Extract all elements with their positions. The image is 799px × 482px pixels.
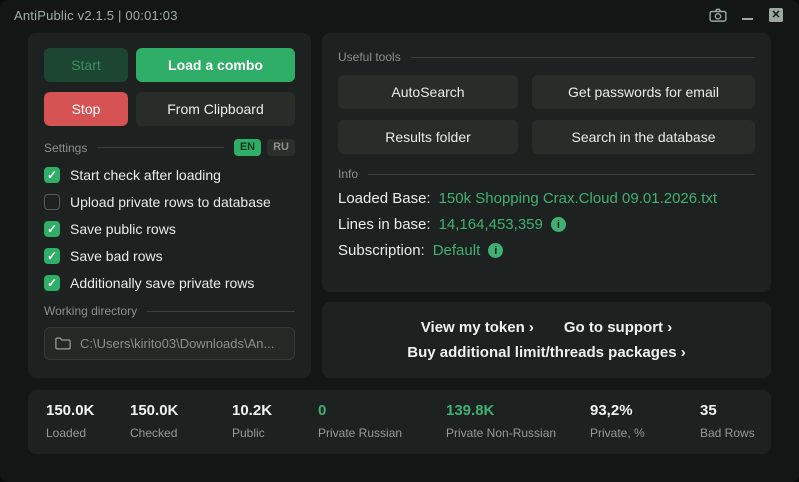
lines-in-base-key: Lines in base: <box>338 216 431 233</box>
stat-label: Public <box>232 426 318 440</box>
divider <box>147 311 295 312</box>
control-panel: Start Load a combo Stop From Clipboard S… <box>28 33 311 378</box>
lines-in-base-value: 14,164,453,359 <box>439 216 543 233</box>
stat-public: 10.2K Public <box>232 402 318 440</box>
checkbox-label: Additionally save private rows <box>70 275 254 291</box>
stat-value: 0 <box>318 402 446 419</box>
loaded-base-value: 150k Shopping Crax.Cloud 09.01.2026.txt <box>439 190 718 207</box>
stat-bad-rows: 35 Bad Rows <box>700 402 755 440</box>
working-directory-path: C:\Users\kirito03\Downloads\An... <box>80 336 274 351</box>
stat-label: Checked <box>130 426 232 440</box>
checkbox-box <box>44 167 60 183</box>
loaded-base-row: Loaded Base: 150k Shopping Crax.Cloud 09… <box>338 190 755 207</box>
subscription-row: Subscription: Default i <box>338 242 755 259</box>
info-section-header: Info <box>338 167 755 181</box>
info-icon[interactable]: i <box>488 243 503 258</box>
stat-value: 150.0K <box>46 402 130 419</box>
window-title: AntiPublic v2.1.5 | 00:01:03 <box>14 8 178 23</box>
info-label: Info <box>338 167 358 181</box>
checkbox-box <box>44 194 60 210</box>
useful-tools-label: Useful tools <box>338 50 401 64</box>
titlebar: AntiPublic v2.1.5 | 00:01:03 ✕ <box>0 0 799 30</box>
titlebar-controls: ✕ <box>709 7 785 23</box>
checkbox-label: Start check after loading <box>70 167 221 183</box>
get-passwords-button[interactable]: Get passwords for email <box>532 75 755 109</box>
stop-button[interactable]: Stop <box>44 92 128 126</box>
buy-packages-link[interactable]: Buy additional limit/threads packages › <box>407 344 685 361</box>
folder-icon[interactable] <box>55 337 71 350</box>
checkbox-upload-private-rows[interactable]: Upload private rows to database <box>44 194 295 210</box>
camera-icon[interactable] <box>709 7 727 23</box>
checkbox-additionally-save-private-rows[interactable]: Additionally save private rows <box>44 275 295 291</box>
subscription-key: Subscription: <box>338 242 425 259</box>
divider <box>368 174 755 175</box>
settings-section-header: Settings EN RU <box>44 139 295 156</box>
stat-label: Private Non-Russian <box>446 426 590 440</box>
stat-value: 10.2K <box>232 402 318 419</box>
stat-label: Private, % <box>590 426 700 440</box>
links-panel: View my token › Go to support › Buy addi… <box>322 302 771 378</box>
checkbox-label: Save bad rows <box>70 248 163 264</box>
app-window: AntiPublic v2.1.5 | 00:01:03 ✕ Start Loa… <box>0 0 799 482</box>
checkbox-label: Upload private rows to database <box>70 194 271 210</box>
stat-value: 150.0K <box>130 402 232 419</box>
stat-label: Loaded <box>46 426 130 440</box>
working-directory-input[interactable]: C:\Users\kirito03\Downloads\An... <box>44 327 295 360</box>
checkbox-box <box>44 248 60 264</box>
autosearch-button[interactable]: AutoSearch <box>338 75 518 109</box>
tools-panel: Useful tools AutoSearch Get passwords fo… <box>322 33 771 292</box>
load-combo-button[interactable]: Load a combo <box>136 48 295 82</box>
checkbox-label: Save public rows <box>70 221 176 237</box>
from-clipboard-button[interactable]: From Clipboard <box>136 92 295 126</box>
view-my-token-link[interactable]: View my token › <box>421 319 534 336</box>
stat-value: 139.8K <box>446 402 590 419</box>
stat-private-percent: 93,2% Private, % <box>590 402 700 440</box>
settings-label: Settings <box>44 141 87 155</box>
checkbox-box <box>44 221 60 237</box>
useful-tools-section-header: Useful tools <box>338 50 755 64</box>
search-database-button[interactable]: Search in the database <box>532 120 755 154</box>
stat-value: 93,2% <box>590 402 700 419</box>
stat-loaded: 150.0K Loaded <box>46 402 130 440</box>
stat-private-russian: 0 Private Russian <box>318 402 446 440</box>
divider <box>97 147 223 148</box>
minimize-icon[interactable] <box>738 7 756 23</box>
working-directory-label: Working directory <box>44 304 137 318</box>
stat-private-non-russian: 139.8K Private Non-Russian <box>446 402 590 440</box>
start-button[interactable]: Start <box>44 48 128 82</box>
stat-checked: 150.0K Checked <box>130 402 232 440</box>
go-to-support-link[interactable]: Go to support › <box>564 319 672 336</box>
language-en-toggle[interactable]: EN <box>234 139 261 156</box>
checkbox-box <box>44 275 60 291</box>
subscription-value: Default <box>433 242 481 259</box>
stat-value: 35 <box>700 402 755 419</box>
divider <box>411 57 755 58</box>
loaded-base-key: Loaded Base: <box>338 190 431 207</box>
working-directory-section-header: Working directory <box>44 304 295 318</box>
close-icon[interactable]: ✕ <box>767 7 785 23</box>
lines-in-base-row: Lines in base: 14,164,453,359 i <box>338 216 755 233</box>
checkbox-save-public-rows[interactable]: Save public rows <box>44 221 295 237</box>
stat-label: Private Russian <box>318 426 446 440</box>
stats-bar: 150.0K Loaded 150.0K Checked 10.2K Publi… <box>28 390 771 454</box>
checkbox-save-bad-rows[interactable]: Save bad rows <box>44 248 295 264</box>
language-ru-toggle[interactable]: RU <box>267 139 295 156</box>
stat-label: Bad Rows <box>700 426 755 440</box>
info-icon[interactable]: i <box>551 217 566 232</box>
checkbox-start-check-after-loading[interactable]: Start check after loading <box>44 167 295 183</box>
results-folder-button[interactable]: Results folder <box>338 120 518 154</box>
